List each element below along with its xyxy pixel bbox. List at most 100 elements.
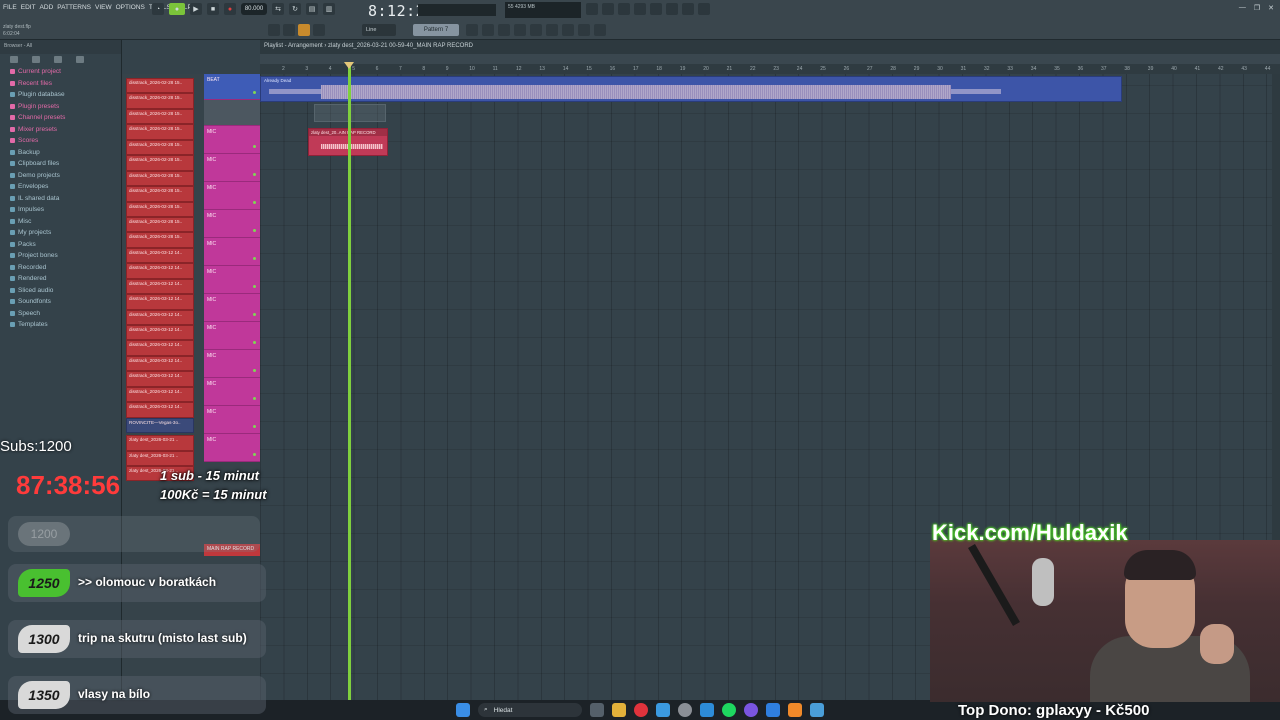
browser-item[interactable]: Plugin presets bbox=[0, 101, 121, 113]
clip-label[interactable]: disstrack_2026-03-12 14.. bbox=[126, 340, 194, 356]
app-icon[interactable] bbox=[766, 703, 780, 717]
browser-item[interactable]: Scores bbox=[0, 135, 121, 147]
clip-label[interactable]: disstrack_2026-02-28 15.. bbox=[126, 124, 194, 140]
clip-label[interactable]: disstrack_2026-03-12 14.. bbox=[126, 294, 194, 310]
track-header[interactable]: MIC bbox=[204, 238, 260, 266]
browser-item[interactable]: Backup bbox=[0, 147, 121, 159]
plugin-picker-icon[interactable] bbox=[666, 3, 678, 15]
clip-label[interactable]: zlaty dest_2026-03-21 .. bbox=[126, 450, 194, 466]
plus-pattern-icon[interactable] bbox=[466, 24, 478, 36]
mixer-view-icon[interactable] bbox=[530, 24, 542, 36]
browser-item[interactable]: Rendered bbox=[0, 273, 121, 285]
clip-label[interactable]: disstrack_2026-03-12 14.. bbox=[126, 355, 194, 372]
maximize-icon[interactable]: ❐ bbox=[1254, 4, 1260, 12]
clip-label[interactable]: ROVINCITE—Vegas-3o.. bbox=[126, 417, 194, 434]
menu-item[interactable]: ADD bbox=[39, 4, 55, 11]
app-icon[interactable] bbox=[700, 703, 714, 717]
file-explorer-icon[interactable] bbox=[612, 703, 626, 717]
clip-label[interactable]: disstrack_2026-02-28 15.. bbox=[126, 155, 194, 171]
track-active-led[interactable] bbox=[253, 369, 256, 372]
track-header[interactable]: MIC bbox=[204, 294, 260, 322]
windows-start-icon[interactable] bbox=[456, 703, 470, 717]
playhead-marker[interactable] bbox=[344, 62, 354, 69]
grid-icon[interactable] bbox=[482, 24, 494, 36]
mixer-icon[interactable] bbox=[618, 3, 630, 15]
track-header[interactable]: MIC bbox=[204, 322, 260, 350]
browser-item[interactable]: Packs bbox=[0, 239, 121, 251]
browser-item[interactable]: Speech bbox=[0, 308, 121, 320]
app-icon[interactable] bbox=[656, 703, 670, 717]
clip-label[interactable]: disstrack_2026-02-28 15.. bbox=[126, 216, 194, 233]
browser-tab-icon[interactable] bbox=[10, 56, 18, 63]
track-active-led[interactable] bbox=[253, 201, 256, 204]
close-icon[interactable]: ✕ bbox=[1268, 4, 1274, 12]
snap-select[interactable]: Line bbox=[362, 24, 396, 36]
settings-icon[interactable] bbox=[678, 703, 692, 717]
browser-item[interactable]: Soundfonts bbox=[0, 296, 121, 308]
metronome-icon[interactable]: ◔ bbox=[152, 3, 164, 15]
snap-icon[interactable]: ⇆ bbox=[272, 3, 284, 15]
clip-label[interactable]: disstrack_2026-03-12 14.. bbox=[126, 309, 194, 325]
arrow-icon[interactable] bbox=[283, 24, 295, 36]
task-view-icon[interactable] bbox=[590, 703, 604, 717]
clip-label[interactable]: disstrack_2026-02-28 15.. bbox=[126, 170, 194, 187]
stop-button[interactable]: ■ bbox=[207, 3, 219, 15]
track-active-led[interactable] bbox=[253, 257, 256, 260]
link-icon[interactable] bbox=[298, 24, 310, 36]
clip-label[interactable]: disstrack_2026-03-12 14.. bbox=[126, 386, 194, 403]
discord-icon[interactable] bbox=[744, 703, 758, 717]
track-header[interactable] bbox=[204, 100, 260, 126]
channel-rack-icon[interactable] bbox=[634, 3, 646, 15]
track-header[interactable]: MIC bbox=[204, 350, 260, 378]
menu-item[interactable]: OPTIONS bbox=[115, 4, 146, 11]
browser-item[interactable]: Impulses bbox=[0, 204, 121, 216]
browser-item[interactable]: My projects bbox=[0, 227, 121, 239]
browser-tab-icon[interactable] bbox=[32, 56, 40, 63]
clip-label[interactable]: disstrack_2026-03-12 14.. bbox=[126, 247, 194, 264]
opera-icon[interactable] bbox=[634, 703, 648, 717]
clip-label[interactable]: zlaty dest_2026-03-21 .. bbox=[126, 435, 194, 451]
browser-item[interactable]: Clipboard files bbox=[0, 158, 121, 170]
menu-item[interactable]: VIEW bbox=[94, 4, 113, 11]
pattern-song-toggle[interactable]: ● bbox=[169, 3, 185, 15]
browser-item[interactable]: Sliced audio bbox=[0, 285, 121, 297]
spotify-icon[interactable] bbox=[722, 703, 736, 717]
clip-label[interactable]: disstrack_2026-02-28 15.. bbox=[126, 186, 194, 202]
play-button[interactable]: ▶ bbox=[190, 3, 202, 15]
browser-item[interactable]: Plugin database bbox=[0, 89, 121, 101]
track-active-led[interactable] bbox=[253, 91, 256, 94]
clip-label[interactable]: disstrack_2026-02-28 15.. bbox=[126, 93, 194, 109]
browser-item[interactable]: Recorded bbox=[0, 262, 121, 274]
track-header[interactable]: MIC bbox=[204, 210, 260, 238]
speaker-icon[interactable] bbox=[578, 24, 590, 36]
browser-item[interactable]: IL shared data bbox=[0, 193, 121, 205]
timeline-ruler[interactable]: 2 3 4 5 6 7 8 9 10 11 12 13 14 15 16 17 18 19 20 21 22 23 24 25… bbox=[260, 64, 1280, 74]
track-header[interactable]: MIC bbox=[204, 378, 260, 406]
browser-item[interactable]: Current project bbox=[0, 66, 121, 78]
channel-icon[interactable] bbox=[514, 24, 526, 36]
track-active-led[interactable] bbox=[253, 453, 256, 456]
clip-label[interactable]: disstrack_2026-02-28 15.. bbox=[126, 139, 194, 156]
download-icon[interactable] bbox=[698, 3, 710, 15]
browser-tab-icon[interactable] bbox=[76, 56, 84, 63]
track-header[interactable]: MIC bbox=[204, 406, 260, 434]
browser-item[interactable]: Channel presets bbox=[0, 112, 121, 124]
clip-label[interactable]: disstrack_2026-02-28 15.. bbox=[126, 232, 194, 248]
browser-tab-icon[interactable] bbox=[54, 56, 62, 63]
clip-label[interactable]: disstrack_2026-03-12 14.. bbox=[126, 325, 194, 341]
track-header[interactable]: MIC bbox=[204, 266, 260, 294]
typing-keyboard-icon[interactable]: ▤ bbox=[306, 3, 318, 15]
fl-studio-icon[interactable] bbox=[788, 703, 802, 717]
tool-icon[interactable] bbox=[562, 24, 574, 36]
list-icon[interactable] bbox=[498, 24, 510, 36]
browser-item[interactable]: Mixer presets bbox=[0, 124, 121, 136]
track-active-led[interactable] bbox=[253, 173, 256, 176]
clip-label[interactable]: disstrack_2026-02-28 15.. bbox=[126, 78, 194, 94]
piano-roll-icon[interactable] bbox=[602, 3, 614, 15]
browser-item[interactable]: Misc bbox=[0, 216, 121, 228]
playlist-icon[interactable] bbox=[586, 3, 598, 15]
track-header[interactable]: MIC bbox=[204, 126, 260, 154]
clip-label[interactable]: disstrack_2026-02-28 15.. bbox=[126, 201, 194, 217]
track-active-led[interactable] bbox=[253, 229, 256, 232]
beat-audio-clip[interactable]: Already Dead bbox=[260, 76, 1122, 102]
